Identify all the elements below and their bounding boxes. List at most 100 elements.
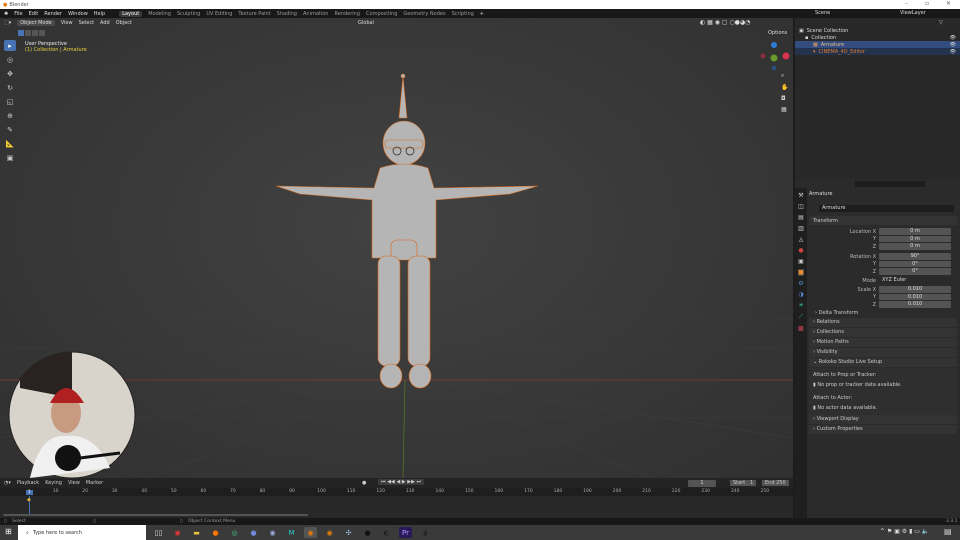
camera-icon[interactable]: ◘	[781, 95, 788, 102]
rotate-tool-icon[interactable]: ↻	[4, 82, 16, 93]
menu-view[interactable]: View	[61, 20, 73, 26]
blender-menu-icon[interactable]: ✺	[4, 11, 8, 17]
tool-tab-icon[interactable]: ⚒	[798, 192, 803, 199]
object-name-field[interactable]: Armature	[819, 205, 954, 212]
playback-controls[interactable]: ⏮ ◀◀ ◀ ▶ ▶▶ ⏭	[378, 479, 425, 485]
menu-view[interactable]: View	[68, 480, 80, 486]
menu-object[interactable]: Object	[116, 20, 132, 26]
close-icon[interactable]: ✕	[946, 0, 951, 7]
scale-y-field[interactable]: 0.010	[879, 293, 951, 301]
add-workspace-icon[interactable]: +	[480, 11, 484, 17]
motion-paths-panel[interactable]: › Motion Paths	[809, 337, 957, 347]
minimize-icon[interactable]: –	[905, 0, 908, 7]
menu-add[interactable]: Add	[100, 20, 110, 26]
rotation-z-field[interactable]: 0°	[879, 268, 951, 275]
add-cube-tool-icon[interactable]: ▣	[4, 152, 16, 163]
editor-type-icon[interactable]: ⬚▾	[4, 20, 11, 26]
app-icon[interactable]: ✣	[342, 527, 355, 538]
view-layer-selector[interactable]: ViewLayer	[900, 10, 926, 16]
editor-type-icon[interactable]: ◔▾	[4, 480, 11, 486]
select-mode-buttons[interactable]	[18, 30, 45, 36]
blender-taskbar-icon[interactable]: ◉	[304, 527, 317, 538]
location-y-field[interactable]: 0 m	[879, 235, 951, 243]
app-sphere-icon[interactable]: ●	[361, 527, 374, 538]
scene-selector[interactable]: Scene	[815, 10, 830, 16]
outliner-item-armature[interactable]: ▩ Armature 👁	[795, 41, 960, 48]
current-frame-field[interactable]: 1	[688, 480, 716, 487]
tab-layout[interactable]: Layout	[119, 10, 143, 17]
tab-texture-paint[interactable]: Texture Paint	[238, 11, 270, 17]
rotation-x-field[interactable]: 90°	[879, 253, 951, 260]
tab-sculpting[interactable]: Sculpting	[177, 11, 200, 17]
chrome-icon[interactable]: ◎	[228, 527, 241, 538]
discord-icon[interactable]: ●	[247, 527, 260, 538]
scale-z-field[interactable]: 0.010	[879, 301, 951, 308]
task-view-icon[interactable]: ▯▯	[152, 527, 165, 538]
menu-select[interactable]: Select	[79, 20, 94, 26]
move-tool-icon[interactable]: ✥	[4, 68, 16, 79]
scale-tool-icon[interactable]: ◱	[4, 96, 16, 107]
mode-selector[interactable]: Object Mode	[17, 20, 55, 26]
obs-icon[interactable]: ◉	[171, 527, 184, 538]
custom-properties-panel[interactable]: › Custom Properties	[809, 424, 957, 434]
location-z-field[interactable]: 0 m	[879, 243, 951, 250]
rotation-y-field[interactable]: 0°	[879, 260, 951, 268]
cinema4d-icon[interactable]: ◉	[266, 527, 279, 538]
outliner-scene-collection[interactable]: ▣ Scene Collection	[795, 27, 960, 34]
menu-playback[interactable]: Playback	[17, 480, 39, 486]
restore-icon[interactable]: ▫	[925, 0, 929, 7]
menu-file[interactable]: File	[14, 11, 22, 17]
windows-start-icon[interactable]: ⊞	[5, 527, 12, 536]
timeline-scrollbar[interactable]	[3, 514, 308, 516]
rotation-mode-dropdown[interactable]: XYZ Euler	[879, 277, 951, 284]
maya-icon[interactable]: M	[285, 527, 298, 538]
menu-help[interactable]: Help	[94, 11, 105, 17]
app-dark-icon-2[interactable]: ◑	[418, 527, 431, 538]
scale-x-field[interactable]: 0.010	[879, 286, 951, 293]
collections-panel[interactable]: › Collections	[809, 327, 957, 337]
location-x-field[interactable]: 0 m	[879, 228, 951, 235]
menu-window[interactable]: Window	[68, 11, 88, 17]
visibility-icon[interactable]: 👁	[950, 42, 960, 48]
select-tool-icon[interactable]: ▸	[4, 40, 16, 51]
rokoko-panel-header[interactable]: ⌄ Rokoko Studio Live Setup	[809, 357, 957, 367]
start-frame-field[interactable]: Start 1	[730, 480, 757, 486]
visibility-icon[interactable]: 👁	[950, 49, 960, 55]
viewport-display-panel[interactable]: › Viewport Display	[809, 414, 957, 424]
tab-compositing[interactable]: Compositing	[366, 11, 397, 17]
playhead[interactable]: 1	[26, 490, 33, 495]
frame-ruler[interactable]: 10 20 30 40 50 60 70 80 90 100 110 120 130 140 150 160 1…	[0, 488, 793, 496]
menu-edit[interactable]: Edit	[29, 11, 39, 17]
record-button[interactable]: ●	[362, 480, 366, 486]
blender-taskbar-icon-2[interactable]: ◉	[323, 527, 336, 538]
outliner-item-cinema4d[interactable]: ▾ CINEMA_4D_Editor 👁	[795, 48, 960, 55]
visibility-panel[interactable]: › Visibility	[809, 347, 957, 357]
system-tray-icons[interactable]: ^ ⚑ ▣ ⚙ ▮ ▭ 🔈	[880, 528, 929, 535]
file-explorer-icon[interactable]: ▬	[190, 527, 203, 538]
measure-tool-icon[interactable]: 📐	[4, 138, 16, 149]
shading-mode-icons[interactable]: ◐ ▦ ◉ ▢ ○●◕◔	[700, 19, 750, 26]
tab-uv-editing[interactable]: UV Editing	[206, 11, 232, 17]
delta-transform-subpanel[interactable]: › Delta Transform	[809, 309, 960, 318]
transform-panel-header[interactable]: Transform	[809, 216, 957, 225]
menu-keying[interactable]: Keying	[45, 480, 62, 486]
tab-rendering[interactable]: Rendering	[334, 11, 360, 17]
cursor-tool-icon[interactable]: ◎	[4, 54, 16, 65]
outliner-collection[interactable]: ▪ Collection 👁	[795, 34, 960, 41]
tab-shading[interactable]: Shading	[277, 11, 297, 17]
app-dark-icon[interactable]: ◐	[380, 527, 393, 538]
keyframe-icon[interactable]: ◆	[27, 497, 31, 503]
annotate-tool-icon[interactable]: ✎	[4, 124, 16, 135]
grid-icon[interactable]: ▦	[781, 106, 788, 113]
tab-modeling[interactable]: Modeling	[148, 11, 171, 17]
orientation-selector[interactable]: Global	[358, 20, 374, 26]
relations-panel[interactable]: › Relations	[809, 317, 957, 327]
properties-search[interactable]	[855, 181, 925, 187]
menu-marker[interactable]: Marker	[86, 480, 103, 486]
3d-viewport[interactable]	[0, 18, 793, 478]
transform-tool-icon[interactable]: ⊕	[4, 110, 16, 121]
options-dropdown[interactable]: Options	[768, 30, 787, 36]
premiere-icon[interactable]: Pr	[399, 527, 412, 538]
zoom-icon[interactable]: ⌕	[781, 72, 788, 80]
filter-icon[interactable]: ▽	[939, 20, 943, 26]
